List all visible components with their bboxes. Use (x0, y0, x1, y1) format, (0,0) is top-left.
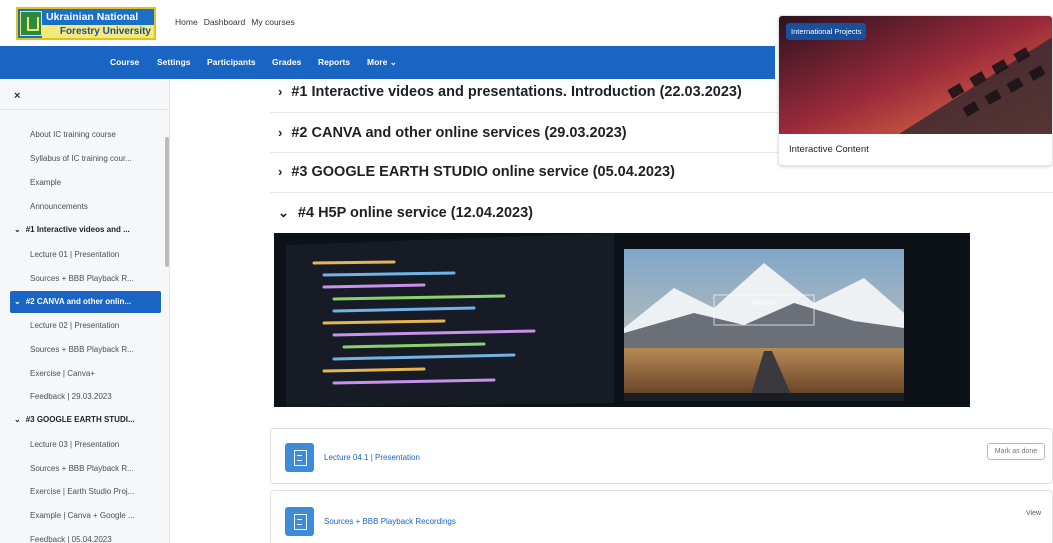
tab-participants[interactable]: Participants (207, 57, 256, 67)
section-title: › #1 Interactive videos and presentations… (278, 84, 742, 100)
activity-link[interactable]: Sources + BBB Playback Recordings (324, 517, 456, 526)
banner-overlay-text: PAPERIX (751, 301, 777, 307)
course-nav: Course Settings Participants Grades Repo… (0, 46, 775, 79)
nav-home[interactable]: Home (175, 17, 198, 27)
nav-my-courses[interactable]: My courses (251, 17, 294, 27)
drawer-item[interactable]: Example | Canva + Google ... (30, 511, 135, 520)
banner-illustration: PAPERIX (274, 233, 970, 407)
file-icon (285, 507, 314, 536)
close-icon[interactable]: × (14, 90, 20, 102)
drawer-section-label: #1 Interactive videos and ... (25, 225, 130, 234)
drawer-item[interactable]: About IC training course (30, 130, 116, 139)
tab-more[interactable]: More ⌄ (367, 57, 397, 68)
logo-line-2: Forestry University (42, 25, 154, 38)
drawer-item[interactable]: Lecture 01 | Presentation (30, 250, 119, 259)
drawer-item[interactable]: Syllabus of IC training cour... (30, 154, 132, 163)
section-title: ⌄ #4 H5P online service (12.04.2023) (278, 205, 533, 221)
section-title: › #3 GOOGLE EARTH STUDIO online service (… (278, 164, 675, 180)
drawer-item[interactable]: Lecture 03 | Presentation (30, 440, 119, 449)
drawer-scrollbar[interactable] (165, 137, 169, 267)
university-logo[interactable]: Ukrainian National Forestry University (16, 7, 156, 40)
tab-course[interactable]: Course (110, 57, 139, 67)
activity-lecture-04-1[interactable]: Lecture 04.1 | Presentation Mark as done (270, 428, 1053, 484)
drawer-item[interactable]: Exercise | Earth Studio Proj... (30, 487, 134, 496)
section-title: › #2 CANVA and other online services (29.… (278, 125, 627, 141)
section-title-text: #4 H5P online service (12.04.2023) (297, 205, 534, 221)
drawer-divider (0, 109, 169, 110)
chevron-down-icon: ⌄ (14, 225, 21, 234)
drawer-item[interactable]: Announcements (30, 202, 88, 211)
drawer-item[interactable]: Sources + BBB Playback R... (30, 274, 134, 283)
crest-icon (20, 11, 42, 36)
card-image: International Projects (779, 16, 1052, 134)
tab-reports[interactable]: Reports (318, 57, 350, 67)
tab-settings[interactable]: Settings (157, 57, 191, 67)
chevron-right-icon: › (278, 164, 283, 179)
view-button[interactable]: View (1026, 510, 1041, 517)
section-title-text: #1 Interactive videos and presentations.… (291, 84, 742, 100)
drawer-item[interactable]: Lecture 02 | Presentation (30, 321, 119, 330)
card-badge[interactable]: International Projects (786, 23, 867, 40)
chevron-down-icon: ⌄ (14, 415, 21, 424)
section-title-text: #3 GOOGLE EARTH STUDIO online service (0… (291, 164, 675, 180)
activity-sources[interactable]: Sources + BBB Playback Recordings View (270, 490, 1053, 543)
drawer-section-2[interactable]: ⌄ #2 CANVA and other onlin... (10, 291, 161, 313)
section-title-text: #2 CANVA and other online services (29.0… (291, 125, 627, 141)
drawer-item[interactable]: Feedback | 05.04.2023 (30, 535, 112, 543)
section-4[interactable]: ⌄ #4 H5P online service (12.04.2023) (270, 193, 1053, 233)
mark-as-done-button[interactable]: Mark as done (987, 443, 1045, 460)
chevron-down-icon: ⌄ (278, 205, 289, 220)
drawer-item[interactable]: Sources + BBB Playback R... (30, 345, 134, 354)
tab-grades[interactable]: Grades (272, 57, 301, 67)
activity-link[interactable]: Lecture 04.1 | Presentation (324, 453, 420, 462)
chevron-down-icon: ⌄ (14, 297, 21, 306)
top-nav: Home Dashboard My courses (175, 17, 295, 27)
drawer-item[interactable]: Example (30, 178, 61, 187)
course-index-drawer: × About IC training course Syllabus of I… (0, 79, 170, 543)
card-title[interactable]: Interactive Content (789, 144, 869, 155)
top-bar: Ukrainian National Forestry University H… (0, 0, 775, 46)
drawer-item[interactable]: Sources + BBB Playback R... (30, 464, 134, 473)
logo-line-1: Ukrainian National (46, 11, 139, 23)
nav-dashboard[interactable]: Dashboard (204, 17, 246, 27)
file-icon (285, 443, 314, 472)
chevron-right-icon: › (278, 84, 283, 99)
chevron-right-icon: › (278, 125, 283, 140)
international-projects-card[interactable]: International Projects Interactive Conte… (778, 15, 1053, 166)
drawer-item[interactable]: Feedback | 29.03.2023 (30, 392, 112, 401)
section-banner-image: PAPERIX (274, 233, 970, 407)
drawer-section-3[interactable]: ⌄ #3 GOOGLE EARTH STUDI... (14, 415, 135, 424)
drawer-section-label: #2 CANVA and other onlin... (25, 297, 132, 306)
drawer-item[interactable]: Exercise | Canva+ (30, 369, 95, 378)
tab-more-label: More (367, 57, 388, 67)
chevron-down-icon: ⌄ (389, 57, 397, 67)
drawer-section-label: #3 GOOGLE EARTH STUDI... (25, 415, 135, 424)
drawer-section-1[interactable]: ⌄ #1 Interactive videos and ... (14, 225, 130, 234)
